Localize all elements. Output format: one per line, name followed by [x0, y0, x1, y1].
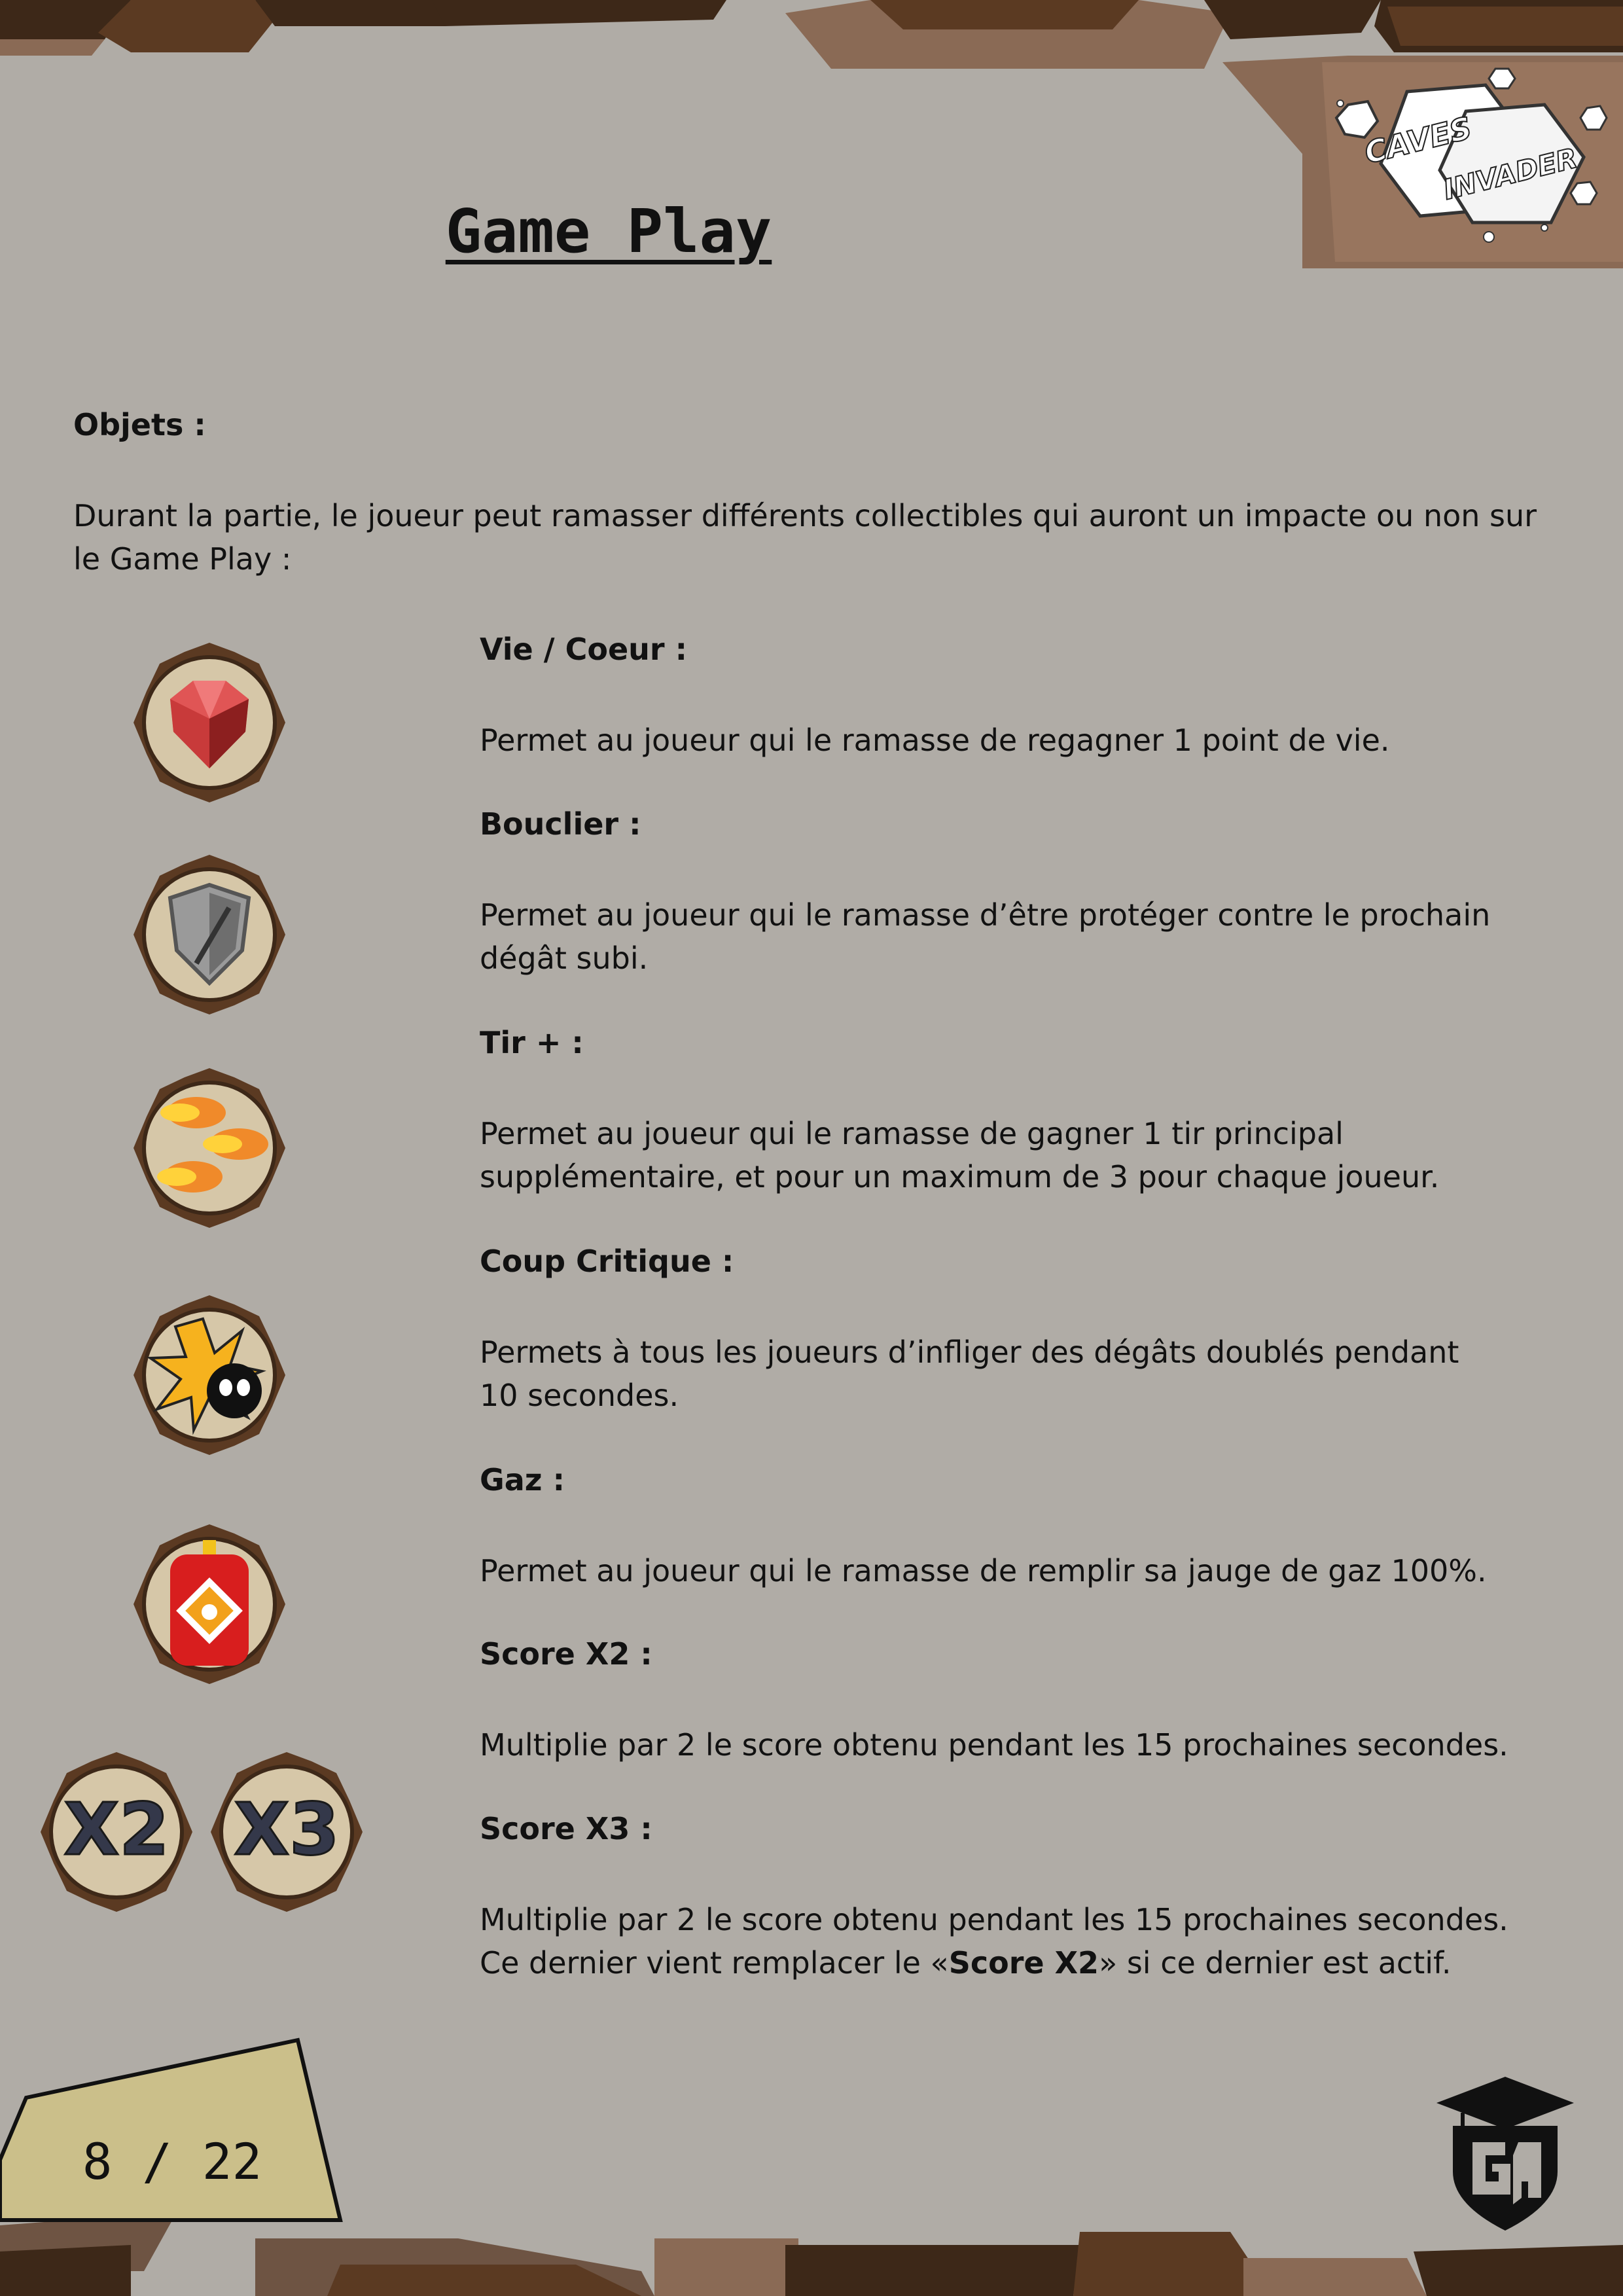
description-line: Ce dernier vient remplacer le «Score X2»… — [480, 1945, 1452, 1981]
fireballs-icon — [134, 1068, 285, 1228]
page-number-tag — [0, 2037, 343, 2222]
item-name-heart: Vie / Coeur : — [480, 632, 687, 667]
item-description-shield: Permet au joueur qui le ramasse d’être p… — [480, 897, 1491, 976]
studio-logo-icon — [1436, 2077, 1574, 2231]
bottom-rock-border — [0, 2212, 1623, 2296]
section-heading: Objets : — [73, 407, 206, 442]
item-name-critical: Coup Critique : — [480, 1244, 734, 1279]
page-title: Game Play — [445, 196, 772, 266]
score-x2-reference: Score X2 — [948, 1945, 1099, 1981]
x2-icon: X2 — [41, 1752, 192, 1912]
item-description-critical: Permets à tous les joueurs d’infliger de… — [480, 1335, 1459, 1413]
item-description-shot: Permet au joueur qui le ramasse de gagne… — [480, 1116, 1440, 1194]
item-name-shield: Bouclier : — [480, 806, 641, 842]
shield-icon — [134, 855, 285, 1014]
item-description-score-x3: Multiplie par 2 le score obtenu pendant … — [480, 1898, 1592, 1984]
description-line: Multiplie par 2 le score obtenu pendant … — [480, 1902, 1508, 1937]
critical-hit-icon — [134, 1295, 285, 1455]
item-name-score-x2: Score X2 : — [480, 1636, 652, 1672]
item-description-heart: Permet au joueur qui le ramasse de regag… — [480, 723, 1390, 758]
page-number: 8 / 22 — [82, 2132, 262, 2191]
x3-badge-text: X3 — [234, 1787, 339, 1871]
item-name-gas: Gaz : — [480, 1462, 565, 1498]
x2-badge-text: X2 — [63, 1787, 169, 1871]
item-description-score-x2: Multiplie par 2 le score obtenu pendant … — [480, 1727, 1508, 1763]
gas-canister-icon — [134, 1524, 285, 1684]
item-name-shot: Tir + : — [480, 1025, 584, 1060]
x3-icon: X3 — [211, 1752, 363, 1912]
item-description-gas: Permet au joueur qui le ramasse de rempl… — [480, 1553, 1487, 1588]
caves-invader-logo: CAVES INVADER — [1334, 67, 1608, 243]
section-intro: Durant la partie, le joueur peut ramasse… — [73, 498, 1537, 577]
item-name-score-x3: Score X3 : — [480, 1811, 652, 1846]
heart-icon — [134, 643, 285, 802]
